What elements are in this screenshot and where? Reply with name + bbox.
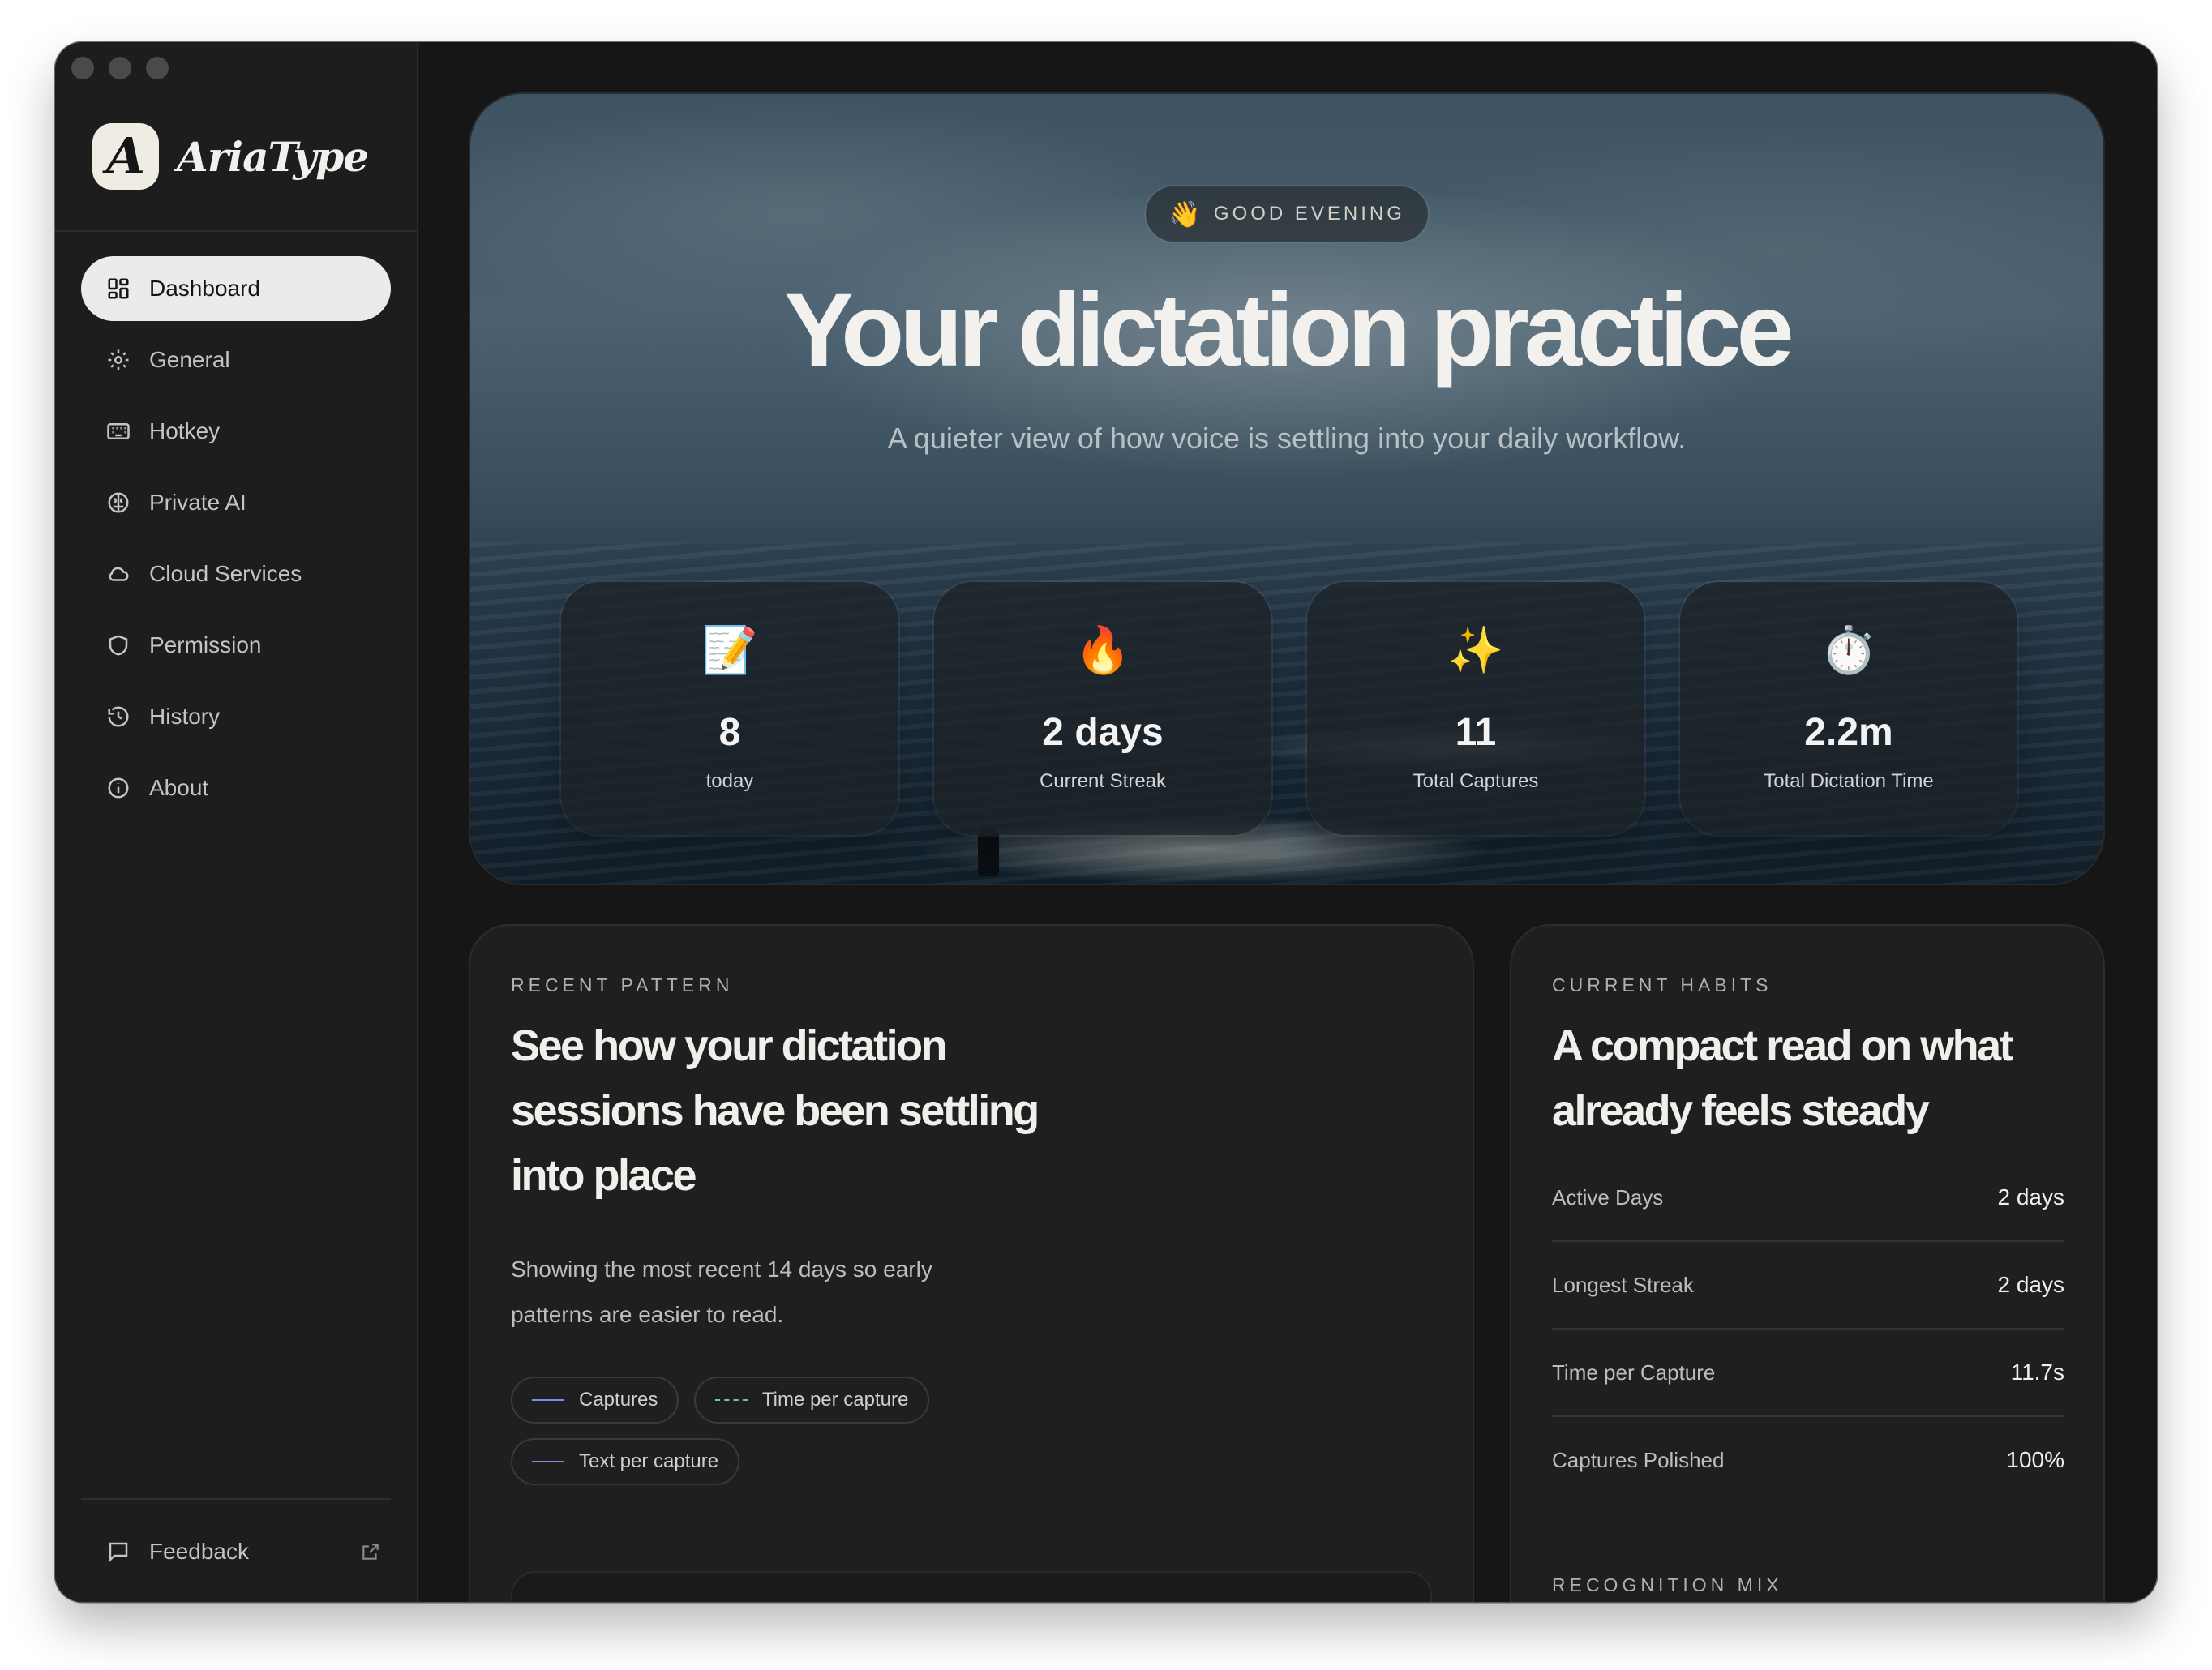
habit-value: 100%	[2006, 1447, 2064, 1472]
sidebar-item-label: Private AI	[149, 490, 246, 515]
section-eyebrow: CURRENT HABITS	[1552, 974, 1773, 996]
pattern-chart: 60	[511, 1571, 1432, 1602]
brand: A AriaType	[92, 123, 369, 190]
stat-value: 2 days	[1042, 711, 1164, 754]
sidebar-item-label: Hotkey	[149, 418, 221, 443]
gear-icon	[105, 347, 131, 373]
greeting-pill: 👋 GOOD EVENING	[1146, 186, 1428, 242]
brain-icon	[105, 490, 131, 516]
info-icon	[105, 775, 131, 801]
app-name: AriaType	[177, 132, 369, 181]
legend-line-swatch	[532, 1399, 564, 1401]
feedback-label: Feedback	[149, 1539, 249, 1564]
main-content: 👋 GOOD EVENING Your dictation practice A…	[418, 42, 2157, 1602]
sidebar: A AriaType Dashboard General Hotkey Priv…	[55, 42, 418, 1602]
window-controls	[71, 57, 169, 79]
legend-line-swatch	[714, 1399, 748, 1401]
habit-value: 2 days	[1997, 1272, 2065, 1297]
page-title: Your dictation practice	[784, 272, 1794, 388]
stats-row: 📝 8 today 🔥 2 days Current Streak ✨ 11 T…	[561, 582, 2017, 835]
legend-label: Text per capture	[579, 1450, 719, 1472]
sidebar-item-label: Cloud Services	[149, 561, 302, 586]
hero-banner: 👋 GOOD EVENING Your dictation practice A…	[470, 94, 2103, 884]
habit-row-captures-polished: Captures Polished 100%	[1552, 1417, 2064, 1503]
chart-legend: Captures Time per capture Text per captu…	[511, 1377, 1078, 1500]
habits-list: Active Days 2 days Longest Streak 2 days…	[1552, 1154, 2064, 1503]
stat-card-total-dictation-time: ⏱️ 2.2m Total Dictation Time	[1680, 582, 2017, 835]
sidebar-item-permission[interactable]: Permission	[81, 613, 391, 678]
legend-chip-time-per-capture[interactable]: Time per capture	[694, 1377, 930, 1424]
fire-icon: 🔥	[1074, 624, 1131, 675]
sidebar-item-label: General	[149, 347, 230, 372]
sidebar-item-cloud-services[interactable]: Cloud Services	[81, 542, 391, 606]
sidebar-item-hotkey[interactable]: Hotkey	[81, 399, 391, 464]
external-link-icon	[362, 1544, 379, 1560]
legend-label: Time per capture	[761, 1389, 909, 1411]
sidebar-item-private-ai[interactable]: Private AI	[81, 470, 391, 535]
habit-row-time-per-capture: Time per Capture 11.7s	[1552, 1330, 2064, 1417]
legend-line-swatch	[532, 1461, 564, 1462]
sidebar-item-label: History	[149, 704, 221, 729]
stat-label: Current Streak	[1039, 770, 1167, 792]
section-eyebrow: RECENT PATTERN	[511, 974, 734, 996]
zoom-window-button[interactable]	[146, 57, 169, 79]
wave-icon: 👋	[1168, 199, 1201, 229]
sidebar-item-label: Dashboard	[149, 276, 260, 301]
app-logo-icon: A	[92, 123, 159, 190]
legend-label: Captures	[579, 1389, 658, 1411]
page-subtitle: A quieter view of how voice is settling …	[887, 422, 1687, 455]
sidebar-item-dashboard[interactable]: Dashboard	[81, 256, 391, 321]
shield-icon	[105, 632, 131, 658]
sidebar-item-label: About	[149, 775, 209, 800]
habit-row-active-days: Active Days 2 days	[1552, 1154, 2064, 1242]
legend-chip-captures[interactable]: Captures	[511, 1377, 679, 1424]
section-title: See how your dictation sessions have bee…	[511, 1021, 1040, 1200]
stat-card-today: 📝 8 today	[561, 582, 898, 835]
stat-value: 2.2m	[1804, 711, 1893, 754]
habit-label: Longest Streak	[1552, 1272, 1694, 1297]
sidebar-divider	[55, 230, 417, 232]
recent-pattern-card: RECENT PATTERN See how your dictation se…	[470, 926, 1473, 1602]
memo-icon: 📝	[701, 624, 758, 675]
chat-icon	[105, 1539, 131, 1565]
stat-card-total-captures: ✨ 11 Total Captures	[1307, 582, 1644, 835]
stat-card-current-streak: 🔥 2 days Current Streak	[934, 582, 1271, 835]
cloud-icon	[105, 561, 131, 587]
stat-value: 8	[718, 711, 741, 754]
keyboard-icon	[105, 418, 131, 444]
habit-label: Active Days	[1552, 1184, 1664, 1210]
history-icon	[105, 704, 131, 730]
sidebar-item-label: Permission	[149, 632, 262, 657]
sparkles-icon: ✨	[1447, 624, 1504, 675]
habit-label: Time per Capture	[1552, 1360, 1716, 1385]
minimize-window-button[interactable]	[109, 57, 131, 79]
stat-value: 11	[1455, 711, 1497, 754]
section-title: A compact read on what already feels ste…	[1552, 1021, 2014, 1135]
habit-value: 2 days	[1997, 1184, 2065, 1210]
feedback-link[interactable]: Feedback	[105, 1529, 381, 1574]
sidebar-nav: Dashboard General Hotkey Private AI Clou…	[81, 256, 391, 827]
sidebar-item-about[interactable]: About	[81, 756, 391, 820]
stat-label: Total Captures	[1413, 770, 1539, 792]
stat-label: today	[705, 770, 754, 792]
legend-chip-text-per-capture[interactable]: Text per capture	[511, 1438, 739, 1485]
habit-row-longest-streak: Longest Streak 2 days	[1552, 1242, 2064, 1330]
stopwatch-icon: ⏱️	[1820, 624, 1877, 675]
habit-value: 11.7s	[2010, 1360, 2064, 1385]
current-habits-card: CURRENT HABITS A compact read on what al…	[1511, 926, 2103, 1602]
sidebar-footer-divider	[81, 1498, 391, 1500]
dashboard-icon	[105, 276, 131, 302]
section-description: Showing the most recent 14 days so early…	[511, 1257, 932, 1327]
app-window: A AriaType Dashboard General Hotkey Priv…	[55, 42, 2157, 1602]
recognition-mix-eyebrow: RECOGNITION MIX	[1552, 1574, 1783, 1595]
stat-label: Total Dictation Time	[1764, 770, 1934, 792]
sidebar-item-history[interactable]: History	[81, 684, 391, 749]
greeting-text: GOOD EVENING	[1213, 203, 1405, 225]
habit-label: Captures Polished	[1552, 1447, 1725, 1472]
sidebar-item-general[interactable]: General	[81, 328, 391, 392]
close-window-button[interactable]	[71, 57, 94, 79]
